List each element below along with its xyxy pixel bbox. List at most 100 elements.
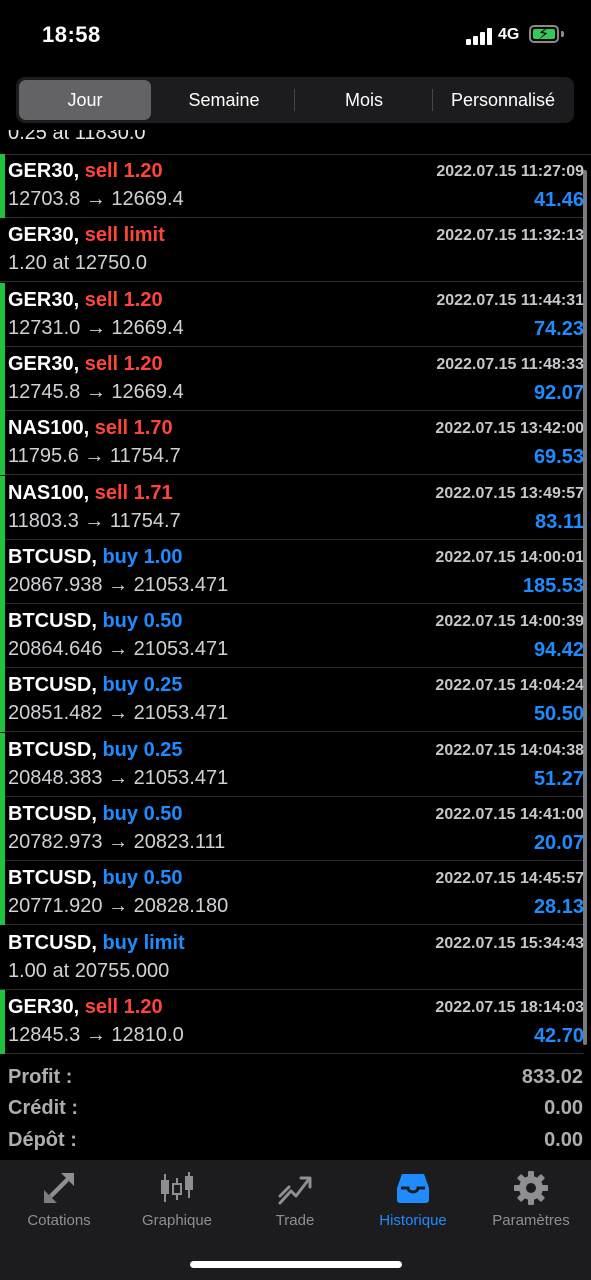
tab-historique[interactable]: Historique [354,1160,472,1238]
home-indicator[interactable] [190,1261,402,1268]
history-row[interactable]: BTCUSD, buy 0.50 2022.07.15 14:45:57 20771… [0,861,584,926]
deal-datetime: 2022.07.15 14:04:24 [435,677,584,695]
profit-label: Profit : [8,1066,73,1088]
deal-datetime: 2022.07.15 11:27:09 [436,163,584,180]
history-row[interactable]: GER30, sell limit 2022.07.15 11:32:13 1.20… [0,218,584,283]
tab-label: Graphique [141,1212,213,1229]
scrollbar[interactable] [583,170,587,1045]
summary-deposit-row: Dépôt : 0.00 [0,1125,591,1157]
deal-profit: 28.13 [533,896,584,919]
deal-side: buy 0.50 [102,610,183,633]
deal-side: sell 1.20 [84,288,163,311]
deal-prices: 20864.646 → 21053.471 [8,638,229,661]
history-row[interactable]: GER30, sell 1.20 2022.07.15 11:27:09 12703… [0,154,584,218]
profit-total: 833.02 [521,1066,583,1088]
tab-label: Trade [275,1212,315,1229]
deal-side: buy limit [102,931,185,954]
candlestick-chart-icon [161,1172,193,1202]
deal-datetime: 2022.07.15 14:04:38 [435,741,584,759]
deal-symbol: NAS100, [8,481,90,504]
deal-symbol: BTCUSD, [8,674,97,697]
tab-graphique[interactable]: Graphique [118,1160,236,1238]
deal-symbol-side: GER30, sell 1.20 [8,289,163,312]
history-row[interactable]: BTCUSD, buy 0.25 2022.07.15 14:04:24 20851… [0,668,584,733]
deal-prices: 20867.938 → 21053.471 [8,573,229,596]
list-item-partial[interactable]: 0.25 at 11830.0 [0,130,591,155]
deal-datetime: 2022.07.15 14:00:01 [435,548,584,566]
history-row[interactable]: BTCUSD, buy 1.00 2022.07.15 14:00:01 20867… [0,539,584,604]
deal-side: buy 0.25 [102,674,183,697]
deal-profit: 92.07 [533,381,584,404]
tab-label: Paramètres [492,1212,570,1229]
deal-profit: 20.07 [533,832,584,854]
period-segmented-control: Jour Semaine Mois Personnalisé [16,77,574,123]
summary-profit-row: Profit : 833.02 [0,1062,591,1094]
history-row[interactable]: BTCUSD, buy 0.50 2022.07.15 14:00:39 20864… [0,604,584,669]
deal-symbol: GER30, [8,224,80,247]
deal-symbol: BTCUSD, [8,803,97,825]
deal-datetime: 2022.07.15 14:00:39 [435,613,584,631]
history-row[interactable]: NAS100, sell 1.71 2022.07.15 13:49:57 1180… [0,475,584,540]
deal-symbol-side: GER30, sell 1.20 [8,996,163,1019]
deal-side: sell limit [84,224,165,247]
deal-side: sell 1.20 [84,352,163,375]
deal-prices: 11795.6 → 11754.7 [8,445,181,468]
trade-trend-icon [278,1176,312,1205]
deal-symbol: GER30, [8,352,80,375]
settings-gear-icon [514,1171,548,1205]
deposit-total: 0.00 [544,1129,583,1151]
deal-prices: 12703.8 → 12669.4 [8,188,184,210]
partial-row-text: 0.25 at 11830.0 [8,130,146,144]
deal-symbol: GER30, [8,160,80,182]
deal-symbol-side: GER30, sell limit [8,224,165,247]
period-selector-bar: Jour Semaine Mois Personnalisé [0,72,591,130]
history-row[interactable]: GER30, sell 1.20 2022.07.15 11:48:33 12745… [0,346,584,411]
deal-side: sell 1.71 [94,481,173,504]
deal-symbol-side: BTCUSD, buy 0.25 [8,739,183,762]
history-inbox-icon [397,1174,429,1203]
deal-symbol-side: BTCUSD, buy 0.50 [8,610,183,633]
deal-prices: 20782.973 → 20823.111 [8,831,226,853]
deal-symbol-side: BTCUSD, buy 1.00 [8,546,183,569]
deal-side: sell 1.20 [84,160,163,182]
deal-symbol: GER30, [8,288,80,311]
deal-side: buy 1.00 [102,545,183,568]
deal-prices: 11803.3 → 11754.7 [8,509,181,532]
history-row[interactable]: GER30, sell 1.20 2022.07.15 11:44:31 12731… [0,282,584,347]
history-row[interactable]: BTCUSD, buy limit 2022.07.15 15:34:43 1.00… [0,926,584,990]
deal-profit: 185.53 [522,574,584,597]
deal-profit: 42.70 [533,1024,584,1047]
segment-divider [432,89,433,111]
tab-label: Historique [379,1212,447,1229]
deal-symbol: BTCUSD, [8,610,97,633]
history-list[interactable]: 0.25 at 11830.0 GER30, sell 1.20 2022.07.… [0,130,591,1060]
deal-prices: 20851.482 → 21053.471 [8,702,229,725]
battery-charging-icon: ⚡ [529,25,559,43]
deal-symbol: BTCUSD, [8,931,97,954]
tab-trade[interactable]: Trade [236,1160,354,1238]
deal-symbol: GER30, [8,995,80,1018]
history-row[interactable]: BTCUSD, buy 0.50 2022.07.15 14:41:00 20782… [0,797,584,861]
deal-prices: 12745.8 → 12669.4 [8,380,184,403]
deal-datetime: 2022.07.15 14:45:57 [435,870,584,888]
segment-mois[interactable]: Mois [296,80,432,120]
deal-symbol: BTCUSD, [8,867,97,890]
deal-symbol-side: NAS100, sell 1.70 [8,417,173,440]
deal-prices: 1.20 at 12750.0 [8,252,148,275]
deal-datetime: 2022.07.15 13:42:00 [435,420,584,438]
tab-parametres[interactable]: Paramètres [472,1160,590,1238]
deal-symbol-side: BTCUSD, buy limit [8,932,185,955]
deal-prices: 1.00 at 20755.000 [8,959,170,982]
segment-personnalise[interactable]: Personnalisé [434,80,572,120]
deal-profit: 69.53 [533,446,584,469]
segment-divider [294,89,295,111]
segment-jour[interactable]: Jour [19,80,151,120]
tab-cotations[interactable]: Cotations [0,1160,118,1238]
credit-total: 0.00 [544,1097,583,1119]
history-row[interactable]: BTCUSD, buy 0.25 2022.07.15 14:04:38 20848… [0,732,584,797]
segment-semaine[interactable]: Semaine [156,80,292,120]
history-row[interactable]: NAS100, sell 1.70 2022.07.15 13:42:00 1179… [0,411,584,476]
history-row[interactable]: GER30, sell 1.20 2022.07.15 18:14:03 12845… [0,989,584,1054]
deal-datetime: 2022.07.15 11:48:33 [436,355,584,373]
credit-label: Crédit : [8,1097,78,1119]
